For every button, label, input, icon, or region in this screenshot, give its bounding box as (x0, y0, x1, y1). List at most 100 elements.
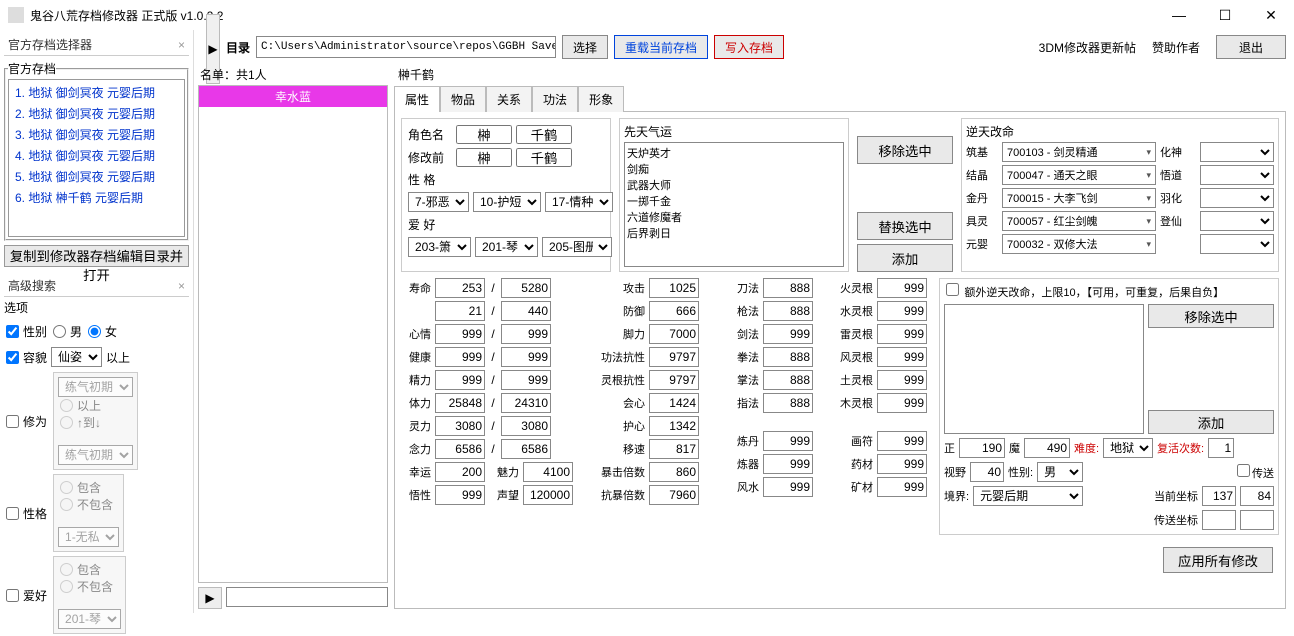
dest-select[interactable]: 700032 - 双修大法 (1002, 234, 1156, 254)
luck-item[interactable]: 剑痴 (627, 161, 841, 177)
name-list[interactable]: 幸水蓝 (198, 85, 388, 583)
tab-属性[interactable]: 属性 (394, 86, 440, 112)
stat-input[interactable] (649, 301, 699, 321)
xingbie-select[interactable]: 男 (1037, 462, 1083, 482)
tab-关系[interactable]: 关系 (486, 86, 532, 112)
luck-item[interactable]: 一掷千金 (627, 193, 841, 209)
stat-input[interactable] (763, 278, 813, 298)
aihao-checkbox[interactable] (6, 589, 19, 602)
zheng-input[interactable] (959, 438, 1005, 458)
stat-input[interactable] (501, 347, 551, 367)
stat-input[interactable] (649, 416, 699, 436)
surname-input[interactable] (456, 125, 512, 144)
xingge2-select[interactable]: 10-护短 (473, 192, 541, 212)
minimize-button[interactable]: — (1156, 0, 1202, 30)
luck-item[interactable]: 后界剥日 (627, 225, 841, 241)
dest-right-select[interactable] (1200, 165, 1274, 185)
tab-形象[interactable]: 形象 (578, 86, 624, 112)
save-item[interactable]: 6. 地狱 榊千鹤 元婴后期 (11, 187, 182, 208)
close-button[interactable]: ✕ (1248, 0, 1294, 30)
stat-input[interactable] (763, 454, 813, 474)
extra-add-button[interactable]: 添加 (1148, 410, 1274, 434)
luck-item[interactable]: 六道修魔者 (627, 209, 841, 225)
stat-input[interactable] (763, 347, 813, 367)
save-item[interactable]: 5. 地狱 御剑冥夜 元婴后期 (11, 166, 182, 187)
tab-功法[interactable]: 功法 (532, 86, 578, 112)
exit-button[interactable]: 退出 (1216, 35, 1286, 59)
luck-item[interactable]: 武器大师 (627, 177, 841, 193)
luck-remove-button[interactable]: 移除选中 (857, 136, 953, 164)
search-go-button[interactable]: ▶ (198, 587, 222, 609)
name-item[interactable]: 幸水蓝 (199, 86, 387, 107)
looks-select[interactable]: 仙姿 (51, 347, 102, 367)
luck-item[interactable]: 天炉英才 (627, 145, 841, 161)
stat-input[interactable] (877, 324, 927, 344)
stat-input[interactable] (763, 393, 813, 413)
stat-input[interactable] (501, 370, 551, 390)
coord-x-input[interactable] (1202, 486, 1236, 506)
stat-input[interactable] (435, 439, 485, 459)
luck-list[interactable]: 天炉英才剑痴武器大师一掷千金六道修魔者后界剥日 (624, 142, 844, 267)
reload-button[interactable]: 重载当前存档 (614, 35, 708, 59)
dest-select[interactable]: 700047 - 通天之眼 (1002, 165, 1156, 185)
apply-all-button[interactable]: 应用所有修改 (1163, 547, 1273, 573)
dest-right-select[interactable] (1200, 234, 1274, 254)
copy-to-editor-button[interactable]: 复制到修改器存档编辑目录并打开 (4, 245, 189, 267)
stat-input[interactable] (763, 301, 813, 321)
stat-input[interactable] (523, 462, 573, 482)
dest-right-select[interactable] (1200, 211, 1274, 231)
stat-input[interactable] (877, 431, 927, 451)
stat-input[interactable] (649, 370, 699, 390)
stat-input[interactable] (501, 278, 551, 298)
stat-input[interactable] (649, 393, 699, 413)
stat-input[interactable] (763, 477, 813, 497)
xingge-checkbox[interactable] (6, 507, 19, 520)
gender-female-radio[interactable] (88, 325, 101, 338)
stat-input[interactable] (501, 301, 551, 321)
save-item[interactable]: 4. 地狱 御剑冥夜 元婴后期 (11, 145, 182, 166)
stat-input[interactable] (649, 278, 699, 298)
stat-input[interactable] (435, 301, 485, 321)
tele-y-input[interactable] (1240, 510, 1274, 530)
dest-right-select[interactable] (1200, 142, 1274, 162)
xingge3-select[interactable]: 17-情种 (545, 192, 613, 212)
extra-dest-list[interactable] (944, 304, 1144, 434)
extra-remove-button[interactable]: 移除选中 (1148, 304, 1274, 328)
stat-input[interactable] (877, 454, 927, 474)
maximize-button[interactable]: ☐ (1202, 0, 1248, 30)
stat-input[interactable] (763, 431, 813, 451)
stat-input[interactable] (649, 439, 699, 459)
nandu-select[interactable]: 地狱 (1103, 438, 1153, 458)
gender-male-radio[interactable] (53, 325, 66, 338)
save-item[interactable]: 1. 地狱 御剑冥夜 元婴后期 (11, 82, 182, 103)
stat-input[interactable] (649, 485, 699, 505)
extra-dest-checkbox[interactable] (946, 283, 959, 296)
stat-input[interactable] (435, 393, 485, 413)
stat-input[interactable] (435, 370, 485, 390)
aihao2-select[interactable]: 201-琴 (475, 237, 538, 257)
luck-replace-button[interactable]: 替换选中 (857, 212, 953, 240)
stat-input[interactable] (435, 485, 485, 505)
stat-input[interactable] (435, 278, 485, 298)
close-icon[interactable]: × (178, 279, 185, 293)
write-button[interactable]: 写入存档 (714, 35, 784, 59)
coord-y-input[interactable] (1240, 486, 1274, 506)
stat-input[interactable] (435, 416, 485, 436)
given-input[interactable] (516, 125, 572, 144)
save-list[interactable]: 1. 地狱 御剑冥夜 元婴后期2. 地狱 御剑冥夜 元婴后期3. 地狱 御剑冥夜… (8, 79, 185, 237)
looks-checkbox[interactable] (6, 351, 19, 364)
stat-input[interactable] (501, 393, 551, 413)
stat-input[interactable] (877, 301, 927, 321)
jingjie-select[interactable]: 元婴后期 (973, 486, 1083, 506)
choose-button[interactable]: 选择 (562, 35, 608, 59)
tele-x-input[interactable] (1202, 510, 1236, 530)
fuhuo-input[interactable] (1208, 438, 1234, 458)
stat-input[interactable] (435, 324, 485, 344)
stat-input[interactable] (435, 347, 485, 367)
close-icon[interactable]: × (178, 38, 185, 52)
dest-select[interactable]: 700057 - 红尘剑魄 (1002, 211, 1156, 231)
stat-input[interactable] (763, 324, 813, 344)
stat-input[interactable] (523, 485, 573, 505)
aihao1-select[interactable]: 203-箫 (408, 237, 471, 257)
stat-input[interactable] (877, 477, 927, 497)
